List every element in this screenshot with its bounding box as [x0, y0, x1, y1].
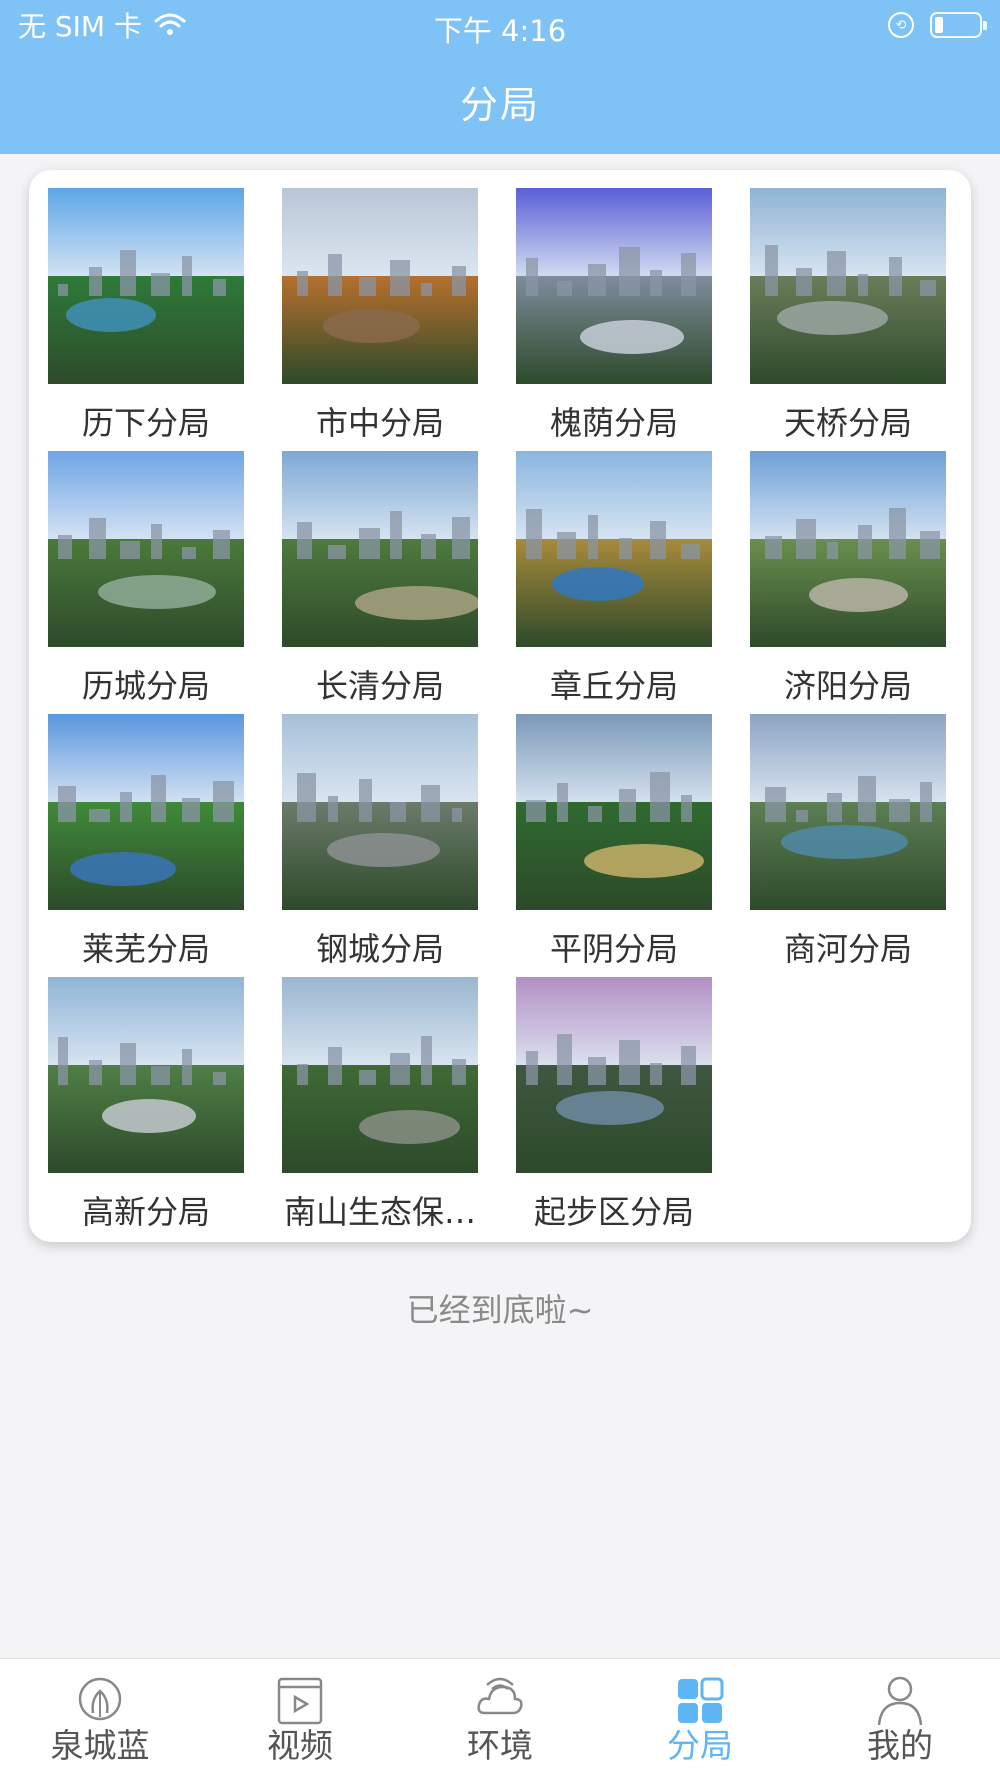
- branch-tile[interactable]: 商河分局: [750, 714, 946, 977]
- branch-thumbnail: [282, 977, 478, 1173]
- app-header: 无 SIM 卡 下午 4:16 ⟲ 分局: [0, 0, 1000, 154]
- branch-thumbnail: [48, 977, 244, 1173]
- branch-tile[interactable]: 高新分局: [48, 977, 244, 1240]
- branch-tile[interactable]: 章丘分局: [516, 451, 712, 714]
- tab-label: 视频: [267, 1726, 333, 1765]
- branch-tile[interactable]: 南山生态保…: [282, 977, 478, 1240]
- branch-thumbnail: [516, 451, 712, 647]
- battery-icon: [930, 12, 987, 38]
- branch-tile[interactable]: 长清分局: [282, 451, 478, 714]
- tab-label: 环境: [467, 1726, 533, 1765]
- tab-label: 分局: [667, 1726, 733, 1765]
- branch-tile[interactable]: 起步区分局: [516, 977, 712, 1240]
- branch-thumbnail: [516, 977, 712, 1173]
- status-bar: 无 SIM 卡 下午 4:16 ⟲: [0, 0, 1000, 50]
- branch-tile[interactable]: 历城分局: [48, 451, 244, 714]
- branch-thumbnail: [750, 188, 946, 384]
- branch-label: 天桥分局: [783, 404, 912, 442]
- branch-label: 历下分局: [81, 404, 210, 442]
- tab-label: 我的: [867, 1726, 933, 1765]
- branch-tile[interactable]: 钢城分局: [282, 714, 478, 977]
- branch-thumbnail: [48, 188, 244, 384]
- bottom-tab-bar: 泉城蓝 视频 环境 分局 我的: [0, 1658, 1000, 1778]
- branch-thumbnail: [282, 188, 478, 384]
- branch-label: 商河分局: [783, 930, 912, 968]
- branch-label: 平阴分局: [549, 930, 678, 968]
- branch-label: 市中分局: [315, 404, 444, 442]
- tab-environment[interactable]: 环境: [400, 1659, 600, 1778]
- branch-label: 历城分局: [81, 667, 210, 705]
- branch-label: 济阳分局: [783, 667, 912, 705]
- branch-label: 南山生态保…: [283, 1193, 476, 1231]
- branch-label: 莱芜分局: [81, 930, 210, 968]
- branch-grid: 历下分局 市中分局 槐荫分局 天桥分局历城分局 长清分局 章丘分局 济阳分局莱芜分局 钢城分局…: [48, 188, 946, 1240]
- branch-label: 章丘分局: [549, 667, 678, 705]
- branch-tile[interactable]: 市中分局: [282, 188, 478, 451]
- branch-tile[interactable]: 天桥分局: [750, 188, 946, 451]
- branch-tile[interactable]: 平阴分局: [516, 714, 712, 977]
- branch-thumbnail: [516, 714, 712, 910]
- branch-thumbnail: [48, 714, 244, 910]
- branch-tile[interactable]: 济阳分局: [750, 451, 946, 714]
- branch-tile[interactable]: 历下分局: [48, 188, 244, 451]
- page-title: 分局: [459, 83, 540, 127]
- tab-mine[interactable]: 我的: [800, 1659, 1000, 1778]
- branch-label: 起步区分局: [533, 1193, 694, 1231]
- branch-thumbnail: [282, 451, 478, 647]
- tab-quancheng-blue[interactable]: 泉城蓝: [0, 1659, 200, 1778]
- branch-label: 钢城分局: [315, 930, 444, 968]
- branch-thumbnail: [750, 451, 946, 647]
- branch-thumbnail: [516, 188, 712, 384]
- branch-card: 历下分局 市中分局 槐荫分局 天桥分局历城分局 长清分局 章丘分局 济阳分局莱芜分局 钢城分局…: [29, 170, 971, 1242]
- end-of-list-text: 已经到底啦~: [406, 1291, 594, 1329]
- branch-thumbnail: [282, 714, 478, 910]
- branch-thumbnail: [750, 714, 946, 910]
- branch-thumbnail: [48, 451, 244, 647]
- status-time: 下午 4:16: [433, 14, 567, 48]
- branch-label: 高新分局: [81, 1193, 210, 1231]
- tab-label: 泉城蓝: [50, 1726, 150, 1765]
- tab-branches[interactable]: 分局: [600, 1659, 800, 1778]
- tab-video[interactable]: 视频: [200, 1659, 400, 1778]
- branch-label: 长清分局: [315, 667, 444, 705]
- branch-label: 槐荫分局: [549, 404, 678, 442]
- branch-tile[interactable]: 槐荫分局: [516, 188, 712, 451]
- branch-tile[interactable]: 莱芜分局: [48, 714, 244, 977]
